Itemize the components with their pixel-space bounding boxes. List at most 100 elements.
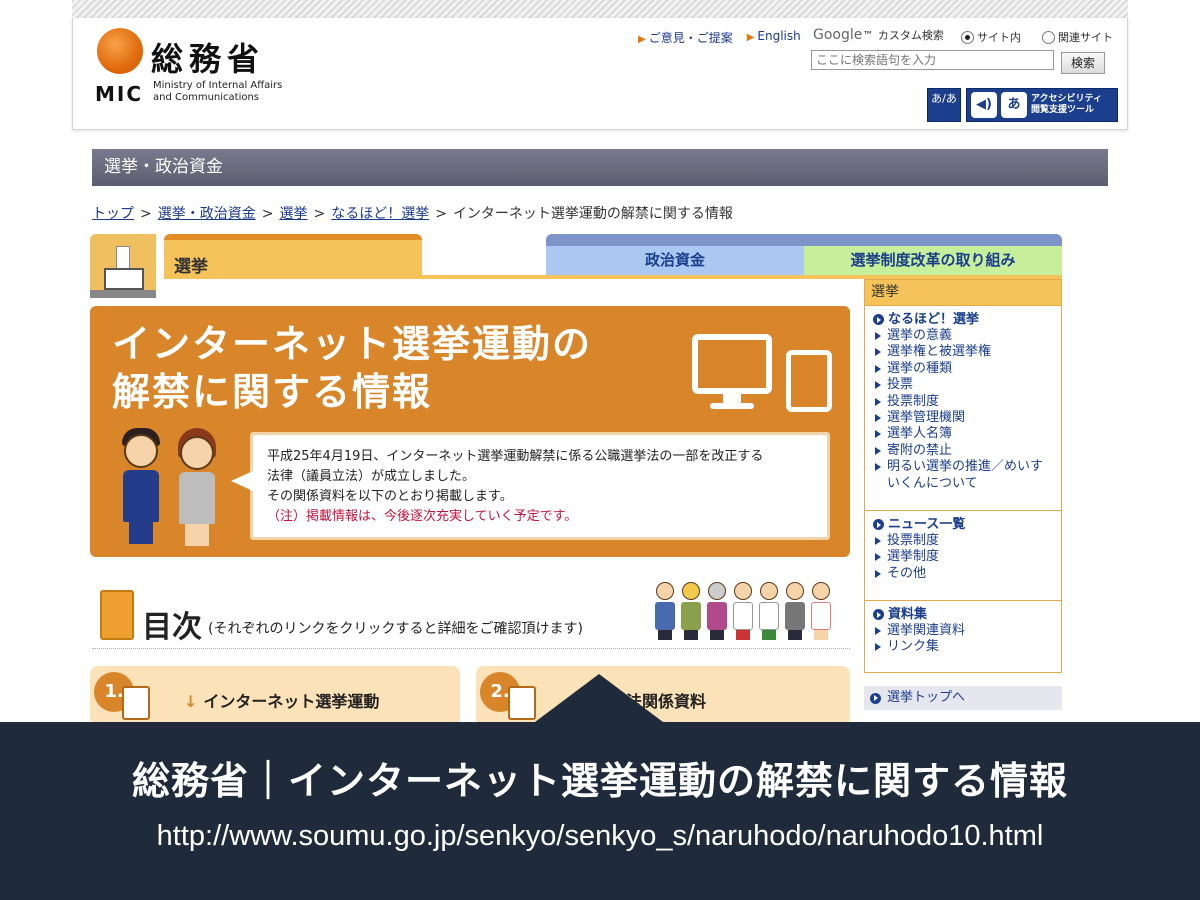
sidebar-item[interactable]: 投票制度	[873, 533, 1055, 549]
radio-site[interactable]: サイト内	[961, 29, 1021, 45]
sidebar-item[interactable]: 選挙の種類	[873, 361, 1055, 377]
tab-senkyo[interactable]: 選挙	[164, 234, 422, 277]
sidebar-item[interactable]: 投票	[873, 377, 1055, 393]
tab-row-top	[546, 234, 1062, 246]
sidebar-item-label: 選挙管理機関	[887, 410, 966, 426]
sidebar-item[interactable]: 選挙関連資料	[873, 623, 1055, 639]
sidebar-item[interactable]: リンク集	[873, 639, 1055, 655]
circle-arrow-icon	[873, 609, 884, 620]
logo-abbr[interactable]: MIC	[95, 82, 143, 106]
radio-related-button[interactable]	[1042, 30, 1055, 44]
logo-en-line2: and Communications	[153, 92, 260, 103]
sidebar-item-label: 選挙の意義	[887, 328, 953, 343]
sidebar-item[interactable]: 選挙の意義	[873, 328, 1055, 344]
sidebar-item[interactable]: 選挙管理機関	[873, 410, 1055, 426]
access-line2: 閲覧支援ツール	[1031, 105, 1095, 115]
sidebar-item[interactable]: 選挙人名簿	[873, 426, 1055, 442]
sidebar-item[interactable]: 選挙制度	[873, 549, 1055, 565]
card-label-text: インターネット選挙運動	[203, 692, 380, 711]
folder-icon	[100, 590, 134, 640]
font-size-button[interactable]: あ/あ	[927, 88, 961, 122]
english-link[interactable]: ▶ English	[747, 29, 801, 46]
banner-title-line2: 解禁に関する情報	[112, 370, 433, 414]
radio-site-label: サイト内	[977, 31, 1021, 44]
sidebar-item-label: 投票制度	[887, 393, 940, 409]
banner-text-line2: 法律（議員立法）が成立しました。	[267, 469, 476, 484]
sidebar-item[interactable]: 明るい選挙の推進／めいすいくんについて	[873, 459, 1055, 492]
circle-arrow-icon	[873, 519, 884, 530]
sidebar-item-news[interactable]: ニュース一覧	[873, 516, 1055, 533]
sidebar-item-naruhodo[interactable]: なるほど！選挙	[873, 311, 1055, 328]
sidebar-item-label: その他	[887, 565, 927, 581]
triangle-icon	[875, 643, 881, 652]
toc-card-1[interactable]: 1. ↓ インターネット選挙運動	[90, 666, 460, 726]
people-illustration	[654, 582, 844, 642]
tab-seido-kaikaku[interactable]: 選挙制度改革の取り組み	[804, 246, 1062, 275]
folder-icon	[122, 686, 150, 720]
triangle-icon	[875, 381, 881, 390]
breadcrumb-sep: >	[140, 206, 152, 222]
sidebar-item-label: 明るい選挙の推進／めいすいくんについて	[887, 459, 1044, 491]
sidebar-title-label: ニュース一覧	[888, 517, 966, 532]
banner-title-line1: インターネット選挙運動の	[112, 322, 593, 366]
toc-card-2[interactable]: 2. 法関係資料	[476, 666, 850, 726]
header-stripe	[72, 0, 1128, 18]
google-brand: Google	[813, 27, 863, 43]
sidebar-item[interactable]: 選挙権と被選挙権	[873, 344, 1055, 360]
card-label: ↓ インターネット選挙運動	[184, 688, 379, 712]
sidebar-item[interactable]: 寄附の禁止	[873, 443, 1055, 459]
sidebar-item-label: 選挙制度	[887, 549, 940, 565]
circle-arrow-icon	[873, 314, 884, 325]
hero-banner: インターネット選挙運動の 解禁に関する情報 平成25年4月19日、インターネット…	[90, 306, 850, 557]
election-top-link[interactable]: 選挙トップへ	[864, 686, 1062, 710]
accessibility-label: アクセシビリティ 閲覧支援ツール	[1031, 94, 1102, 116]
logo-text-en[interactable]: Ministry of Internal Affairs and Communi…	[153, 80, 333, 104]
banner-text-line3: その関係資料を以下のとおり掲載します。	[267, 489, 513, 504]
caption-pointer	[535, 674, 663, 722]
logo-text-jp[interactable]: 総務省	[151, 34, 265, 80]
toc-divider	[92, 648, 850, 649]
toc-subtitle: (それぞれのリンクをクリックすると詳細をご確認頂けます)	[208, 621, 583, 637]
sidebar-item-label: 投票制度	[887, 533, 940, 548]
triangle-icon	[875, 430, 881, 439]
triangle-icon	[875, 397, 881, 406]
breadcrumb-senkyo[interactable]: 選挙	[279, 206, 307, 222]
sidebar-item-label: 選挙権と被選挙権	[887, 344, 992, 360]
circle-arrow-icon	[870, 692, 881, 704]
tab-seiji-shikin[interactable]: 政治資金	[546, 246, 804, 275]
search-input[interactable]	[811, 50, 1054, 70]
breadcrumb-top[interactable]: トップ	[92, 206, 134, 222]
monitor-icon	[692, 334, 772, 394]
sidebar-item-label: 投票	[887, 377, 914, 393]
down-arrow-icon: ↓	[184, 692, 198, 711]
sidebar-item-shiryo[interactable]: 資料集	[873, 606, 1055, 623]
sidebar-item-label: リンク集	[887, 639, 940, 655]
breadcrumb-senkyo-seiji[interactable]: 選挙・政治資金	[158, 206, 256, 222]
banner-message: 平成25年4月19日、インターネット選挙運動解禁に係る公職選挙法の一部を改正する…	[231, 432, 830, 540]
google-custom-search-label: Google™ カスタム検索	[813, 27, 944, 43]
radio-related[interactable]: 関連サイト	[1042, 29, 1113, 45]
sidebar: 選挙 なるほど！選挙 選挙の意義 選挙権と被選挙権 選挙の種類 投票 投票制度 …	[864, 279, 1062, 673]
breadcrumb-naruhodo[interactable]: なるほど！選挙	[331, 206, 429, 222]
banner-text-line1: 平成25年4月19日、インターネット選挙運動解禁に係る公職選挙法の一部を改正する	[267, 449, 764, 464]
sidebar-item-label: 寄附の禁止	[887, 442, 953, 458]
english-link-label: English	[757, 29, 801, 43]
sidebar-item[interactable]: その他	[873, 566, 1055, 582]
breadcrumb-current: インターネット選挙運動の解禁に関する情報	[452, 206, 733, 222]
sidebar-group-shiryo: 資料集 選挙関連資料 リンク集	[865, 601, 1061, 660]
mic-logo-icon[interactable]	[97, 28, 143, 74]
header-links: ▶ ご意見・ご提案 ▶ English	[638, 29, 801, 46]
feedback-link[interactable]: ▶ ご意見・ご提案	[638, 29, 733, 46]
tablet-icon	[786, 350, 832, 412]
triangle-icon	[875, 537, 881, 545]
caption-title: 総務省｜インターネット選挙運動の解禁に関する情報	[131, 759, 1068, 803]
sidebar-item-label: 選挙人名簿	[887, 426, 953, 442]
radio-related-label: 関連サイト	[1058, 31, 1113, 44]
feedback-link-label: ご意見・ご提案	[648, 31, 733, 45]
breadcrumb: トップ > 選挙・政治資金 > 選挙 > なるほど！選挙 > インターネット選挙運動の解禁に関す…	[92, 203, 733, 223]
accessibility-tool-button[interactable]: ◀) あ アクセシビリティ 閲覧支援ツール	[966, 88, 1118, 122]
search-button[interactable]: 検索	[1061, 52, 1105, 74]
accessibility-icon: あ	[1001, 92, 1027, 118]
radio-site-button[interactable]	[961, 30, 974, 44]
sidebar-item[interactable]: 投票制度	[873, 394, 1055, 410]
